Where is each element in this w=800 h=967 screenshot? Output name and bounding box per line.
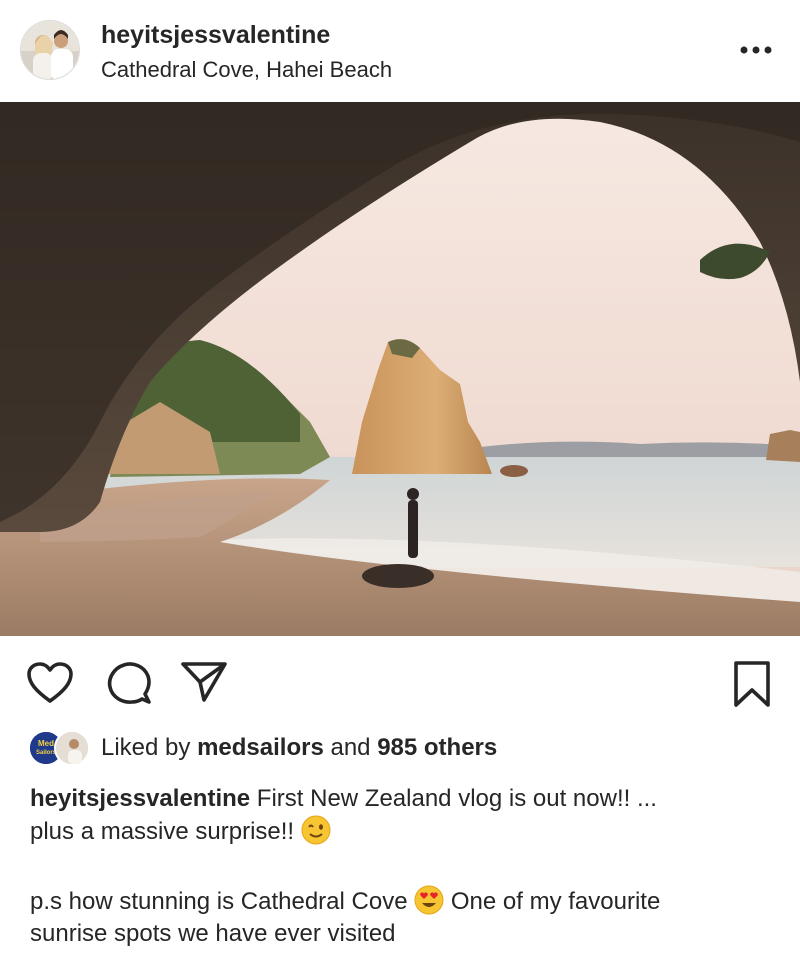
heart-eyes-face-icon — [414, 885, 444, 915]
post-actions — [0, 636, 800, 726]
likes-summary: Liked by medsailors and 985 others — [101, 734, 497, 762]
bookmark-icon[interactable] — [732, 660, 772, 713]
caption-username[interactable]: heyitsjessvalentine — [30, 785, 250, 812]
post-header: heyitsjessvalentine Cathedral Cove, Hahe… — [0, 0, 800, 102]
caption-line-1: First New Zealand vlog is out now!! ... — [256, 785, 657, 812]
post-username[interactable]: heyitsjessvalentine — [101, 21, 330, 50]
comment-icon[interactable] — [105, 660, 153, 713]
likes-row: Med Sailors Liked by medsailors and 985 … — [0, 730, 800, 770]
heart-icon[interactable] — [26, 661, 74, 710]
post-photo[interactable] — [0, 102, 800, 636]
more-options-icon[interactable] — [738, 38, 774, 62]
likes-prefix: Liked by — [101, 734, 191, 761]
winking-face-icon — [301, 815, 331, 845]
caption-break — [30, 848, 780, 885]
profile-avatar[interactable] — [20, 20, 80, 80]
post-location[interactable]: Cathedral Cove, Hahei Beach — [101, 57, 392, 83]
paper-plane-icon[interactable] — [180, 660, 228, 709]
caption-line-3a: p.s how stunning is Cathedral Cove — [30, 888, 408, 915]
post-caption: heyitsjessvalentine First New Zealand vl… — [30, 783, 780, 950]
liked-by-user[interactable]: medsailors — [197, 734, 324, 761]
caption-line-3b: One of my favourite — [450, 888, 661, 915]
svg-text:Med: Med — [38, 739, 54, 748]
caption-line-2: plus a massive surprise!! — [30, 818, 295, 845]
likes-and: and — [330, 734, 371, 761]
liker-avatar[interactable] — [54, 730, 90, 766]
caption-line-4: sunrise spots we have ever visited — [30, 920, 396, 947]
likes-count[interactable]: 985 others — [377, 734, 497, 761]
